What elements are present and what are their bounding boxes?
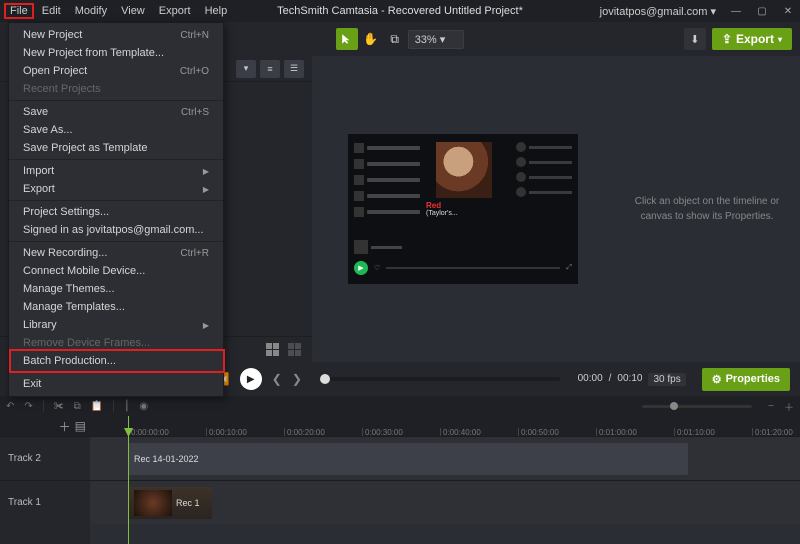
zoom-out-icon[interactable]: − [768, 401, 774, 412]
gear-icon: ⚙ [712, 373, 722, 386]
track-label-1[interactable]: Track 1 [0, 480, 90, 524]
next-frame-button[interactable]: ❯ [292, 372, 302, 386]
timeline-ruler[interactable]: 0:00:00:000:00:10:000:00:20:000:00:30:00… [90, 416, 800, 436]
pointer-tool-icon[interactable] [336, 28, 358, 50]
clip-track1[interactable]: Rec 1 [128, 487, 212, 519]
file-exit[interactable]: Exit [9, 375, 223, 393]
detail-view-icon[interactable] [288, 343, 304, 357]
sort-dropdown-icon[interactable]: ▾ [236, 60, 256, 78]
share-icon: ⇪ [722, 32, 732, 46]
menu-edit[interactable]: Edit [36, 3, 67, 19]
titlebar: File Edit Modify View Export Help TechSm… [0, 0, 800, 22]
hand-tool-icon[interactable]: ✋ [360, 28, 382, 50]
file-library[interactable]: Library▶ [9, 316, 223, 334]
crop-tool-icon[interactable]: ⧉ [384, 28, 406, 50]
track-label-2[interactable]: Track 2 [0, 436, 90, 480]
album-art [436, 142, 492, 198]
menu-export[interactable]: Export [153, 3, 197, 19]
file-remove-device-frames: Remove Device Frames... [9, 334, 223, 352]
play-icon: ▶ [354, 261, 368, 275]
split-icon[interactable]: ⎮ [124, 401, 129, 412]
fps-selector[interactable]: 30 fps [648, 373, 685, 386]
file-project-settings[interactable]: Project Settings... [9, 203, 223, 221]
menu-view[interactable]: View [115, 3, 151, 19]
file-new-project[interactable]: New ProjectCtrl+N [9, 26, 223, 44]
menu-bar: File Edit Modify View Export Help [4, 3, 233, 19]
file-import[interactable]: Import▶ [9, 162, 223, 180]
file-batch-production[interactable]: Batch Production... [9, 352, 223, 370]
align-left-icon[interactable]: ≡ [260, 60, 280, 78]
grid-view-icon[interactable] [266, 343, 282, 357]
properties-panel: Click an object on the timeline or canva… [614, 56, 800, 362]
file-signed-in[interactable]: Signed in as jovitatpos@gmail.com... [9, 221, 223, 239]
file-new-recording[interactable]: New Recording...Ctrl+R [9, 244, 223, 262]
file-save-as[interactable]: Save As... [9, 121, 223, 139]
menu-help[interactable]: Help [199, 3, 234, 19]
file-save-template[interactable]: Save Project as Template [9, 139, 223, 157]
canvas-preview: Red (Taylor's... ▶ ♡ ⤢ [348, 134, 578, 284]
copy-icon[interactable]: ⧉ [74, 401, 81, 412]
minimize-button[interactable]: — [730, 6, 742, 17]
add-track-icon[interactable]: ＋ [59, 418, 71, 435]
export-button[interactable]: ⇪Export▾ [712, 28, 792, 50]
track-title: Red [426, 201, 502, 210]
file-manage-templates[interactable]: Manage Templates... [9, 298, 223, 316]
redo-icon[interactable]: ↷ [24, 401, 32, 412]
undo-icon[interactable]: ↶ [6, 401, 14, 412]
zoom-in-icon[interactable]: ＋ [784, 399, 794, 414]
download-icon[interactable]: ⬇ [684, 28, 706, 50]
file-connect-mobile[interactable]: Connect Mobile Device... [9, 262, 223, 280]
clip-track2[interactable]: Rec 14-01-2022 [128, 443, 688, 475]
menu-modify[interactable]: Modify [69, 3, 113, 19]
cut-icon[interactable]: ✀ [54, 401, 64, 412]
file-open-project[interactable]: Open ProjectCtrl+O [9, 62, 223, 80]
track-lane-2[interactable]: Rec 14-01-2022 [90, 436, 800, 480]
step-fwd-button[interactable]: ❮ [272, 372, 282, 386]
align-justify-icon[interactable]: ☰ [284, 60, 304, 78]
canvas-area[interactable]: Red (Taylor's... ▶ ♡ ⤢ [312, 56, 614, 362]
zoom-select[interactable]: 33% ▾ [408, 30, 465, 49]
camera-icon[interactable]: ◉ [139, 401, 148, 412]
track-menu-icon[interactable]: ▤ [75, 419, 86, 433]
playhead[interactable] [128, 416, 129, 544]
timecode: 00:00/00:10 30 fps [578, 373, 686, 386]
menu-file[interactable]: File [4, 3, 34, 19]
file-manage-themes[interactable]: Manage Themes... [9, 280, 223, 298]
paste-icon[interactable]: 📋 [91, 401, 103, 412]
maximize-button[interactable]: ▢ [756, 6, 768, 17]
file-save[interactable]: SaveCtrl+S [9, 103, 223, 121]
file-dropdown: New ProjectCtrl+N New Project from Templ… [8, 22, 224, 397]
scrub-bar[interactable] [320, 377, 560, 381]
timeline: ＋▤ Track 2 Track 1 0:00:00:00 0:00:00:00… [0, 416, 800, 544]
account-menu[interactable]: jovitatpos@gmail.com ▾ [600, 5, 716, 18]
timeline-toolbar: ↶ ↷ ✀ ⧉ 📋 ⎮ ◉ − ＋ [0, 396, 800, 416]
properties-hint: Click an object on the timeline or canva… [630, 194, 784, 224]
file-recent-projects: Recent Projects [9, 80, 223, 98]
track-subtitle: (Taylor's... [426, 210, 502, 217]
window-title: TechSmith Camtasia - Recovered Untitled … [277, 5, 523, 17]
close-button[interactable]: ✕ [782, 6, 794, 17]
file-new-from-template[interactable]: New Project from Template... [9, 44, 223, 62]
track-lane-1[interactable]: Rec 1 [90, 480, 800, 524]
timeline-zoom-slider[interactable] [642, 405, 752, 408]
play-button[interactable]: ▶ [240, 368, 262, 390]
properties-button[interactable]: ⚙Properties [702, 368, 790, 391]
file-export[interactable]: Export▶ [9, 180, 223, 198]
